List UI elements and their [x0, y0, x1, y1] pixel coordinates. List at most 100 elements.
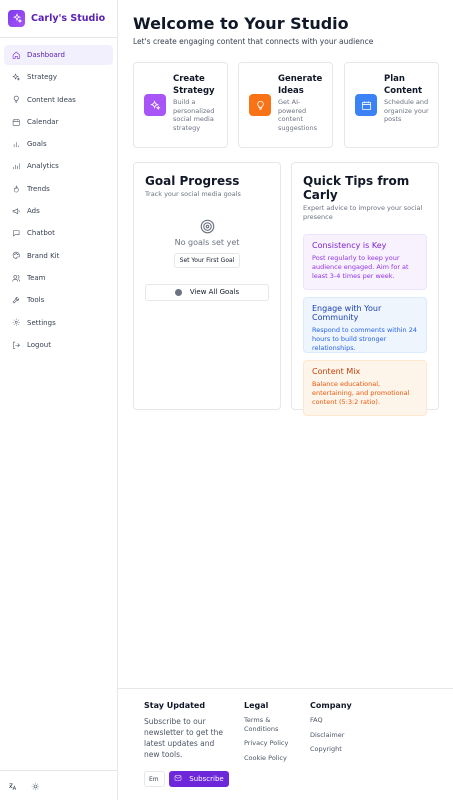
tip-card: Engage with Your Community Respond to co…	[303, 297, 427, 353]
chat-icon	[10, 229, 22, 238]
subscribe-button[interactable]: Subscribe	[169, 771, 229, 787]
panel-subtitle: Track your social media goals	[145, 190, 241, 198]
mail-icon	[174, 774, 182, 784]
sidebar-item-tools[interactable]: Tools	[4, 290, 113, 310]
theme-icon[interactable]	[31, 776, 40, 795]
brand-logo-icon	[8, 9, 25, 27]
view-all-goals-button[interactable]: View All Goals	[145, 283, 269, 301]
set-first-goal-button[interactable]: Set Your First Goal	[173, 252, 241, 268]
sidebar: Carly's Studio Dashboard Strategy Conten…	[0, 0, 118, 800]
generate-ideas-card[interactable]: Generate Ideas Get AI-powered content su…	[238, 62, 333, 148]
sidebar-item-label: Ads	[27, 207, 40, 216]
sidebar-footer	[0, 770, 117, 800]
tip-text: Respond to comments within 24 hours to b…	[312, 326, 418, 352]
gear-icon	[10, 318, 22, 327]
divider	[0, 37, 117, 38]
tip-title: Consistency is Key	[312, 241, 387, 250]
logout-icon	[10, 341, 22, 350]
sidebar-item-calendar[interactable]: Calendar	[4, 112, 113, 132]
sparkles-icon	[10, 73, 22, 82]
flame-icon	[10, 184, 22, 194]
action-description: Build a personalized social media strate…	[173, 98, 215, 132]
sidebar-item-label: Strategy	[27, 73, 57, 82]
footer-company: Company FAQ Disclaimer Copyright	[310, 701, 352, 754]
sidebar-item-ads[interactable]: Ads	[4, 201, 113, 221]
subscribe-form: Subscribe	[144, 771, 229, 787]
sidebar-item-content-ideas[interactable]: Content Ideas	[4, 90, 113, 110]
page-footer: Stay Updated Subscribe to our newsletter…	[118, 688, 453, 800]
action-title: Generate Ideas	[278, 74, 323, 96]
main-content: Welcome to Your Studio Let's create enga…	[118, 0, 453, 800]
sidebar-item-goals[interactable]: Goals	[4, 134, 113, 154]
calendar-icon	[355, 94, 377, 116]
lightbulb-icon	[249, 94, 271, 116]
panel-subtitle: Expert advice to improve your social pre…	[303, 204, 423, 221]
panel-title: Quick Tips from Carly	[303, 174, 410, 202]
sidebar-item-brand-kit[interactable]: Brand Kit	[4, 246, 113, 266]
sidebar-item-settings[interactable]: Settings	[4, 313, 113, 333]
tip-title: Engage with Your Community	[312, 304, 382, 322]
sidebar-item-label: Logout	[27, 340, 51, 349]
button-label: View All Goals	[189, 288, 240, 296]
footer-link-privacy[interactable]: Privacy Policy	[244, 739, 294, 748]
tip-title: Content Mix	[312, 367, 361, 376]
goals-empty-state: No goals set yet Set Your First Goal	[145, 219, 269, 268]
sparkles-icon	[144, 94, 166, 116]
footer-link-faq[interactable]: FAQ	[310, 716, 352, 725]
sidebar-item-label: Brand Kit	[27, 251, 60, 260]
footer-link-terms[interactable]: Terms & Conditions	[244, 716, 294, 733]
quick-tips-panel: Quick Tips from Carly Expert advice to i…	[291, 162, 439, 416]
tip-text: Balance educational, entertaining, and p…	[312, 380, 410, 406]
goal-progress-panel: Goal Progress Track your social media go…	[133, 162, 281, 410]
action-title: Create Strategy	[173, 74, 215, 96]
palette-icon	[10, 251, 22, 260]
translate-icon[interactable]	[8, 776, 17, 795]
footer-heading: Stay Updated	[144, 701, 206, 710]
sidebar-item-strategy[interactable]: Strategy	[4, 67, 113, 87]
tip-card: Content Mix Balance educational, enterta…	[303, 360, 427, 416]
sidebar-item-team[interactable]: Team	[4, 268, 113, 288]
footer-stay-updated: Stay Updated Subscribe to our newsletter…	[144, 701, 232, 760]
home-icon	[10, 51, 22, 60]
tip-card: Consistency is Key Post regularly to kee…	[303, 234, 427, 290]
sidebar-item-label: Team	[27, 273, 46, 282]
sidebar-item-analytics[interactable]: Analytics	[4, 156, 113, 176]
footer-heading: Company	[310, 701, 352, 710]
calendar-icon	[10, 118, 22, 127]
sidebar-item-label: Content Ideas	[27, 95, 76, 104]
button-label: Subscribe	[189, 775, 224, 783]
sidebar-item-label: Tools	[27, 296, 45, 305]
sidebar-item-label: Settings	[27, 318, 56, 327]
wrench-icon	[10, 296, 22, 305]
action-title: Plan Content	[384, 74, 423, 96]
sidebar-item-trends[interactable]: Trends	[4, 179, 113, 199]
brand-name: Carly's Studio	[31, 12, 106, 24]
sidebar-item-label: Chatbot	[27, 229, 55, 238]
footer-link-disclaimer[interactable]: Disclaimer	[310, 731, 352, 740]
plan-content-card[interactable]: Plan Content Schedule and organize your …	[344, 62, 439, 148]
sidebar-nav: Dashboard Strategy Content Ideas Calenda…	[0, 45, 117, 355]
users-icon	[10, 274, 22, 283]
sidebar-item-label: Analytics	[27, 162, 59, 171]
page-subtitle: Let's create engaging content that conne…	[133, 37, 374, 46]
sidebar-item-chatbot[interactable]: Chatbot	[4, 223, 113, 243]
sidebar-item-label: Dashboard	[27, 51, 65, 59]
goal-dot-icon	[174, 288, 182, 296]
sidebar-item-label: Calendar	[27, 117, 59, 126]
page-title: Welcome to Your Studio	[133, 14, 349, 33]
footer-link-cookie[interactable]: Cookie Policy	[244, 754, 294, 763]
target-icon	[200, 219, 215, 234]
panel-title: Goal Progress	[145, 174, 240, 188]
analytics-icon	[10, 162, 22, 171]
sidebar-item-logout[interactable]: Logout	[4, 335, 113, 355]
sidebar-item-label: Goals	[27, 140, 47, 149]
create-strategy-card[interactable]: Create Strategy Build a personalized soc…	[133, 62, 228, 148]
megaphone-icon	[10, 207, 22, 216]
footer-text: Subscribe to our newsletter to get the l…	[144, 717, 223, 759]
email-input[interactable]	[144, 771, 165, 787]
sidebar-item-label: Trends	[27, 184, 50, 193]
tip-text: Post regularly to keep your audience eng…	[312, 254, 409, 280]
brand[interactable]: Carly's Studio	[0, 1, 117, 35]
sidebar-item-dashboard[interactable]: Dashboard	[4, 45, 113, 65]
footer-link-copyright[interactable]: Copyright	[310, 745, 352, 754]
